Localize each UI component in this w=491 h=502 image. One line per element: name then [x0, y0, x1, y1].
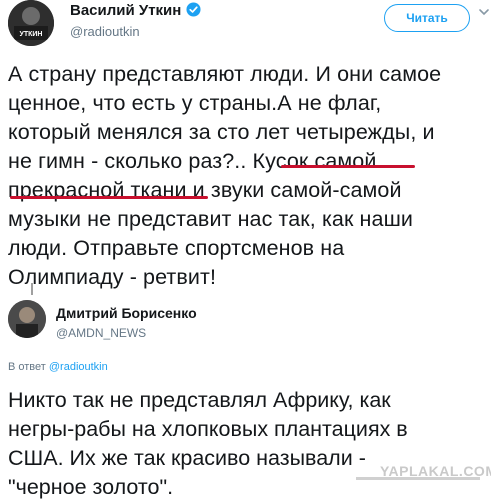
reply-to-link[interactable]: @radioutkin	[49, 361, 108, 373]
author-handle[interactable]: @radioutkin	[70, 24, 140, 39]
tweet-text-line: прекрасной ткани и звуки самой-самой	[8, 176, 490, 205]
thread-connector	[31, 283, 33, 295]
tweet-text: А страну представляют люди. И они самое …	[8, 60, 490, 292]
reply-author-handle[interactable]: @AMDN_NEWS	[56, 326, 146, 340]
chevron-down-icon[interactable]	[478, 6, 490, 18]
tweet-text-segment: и звуки самой-самой	[186, 178, 402, 202]
highlighted-phrase: Кусок самой	[252, 149, 377, 173]
tweet-text-line: музыки не представит нас так, как наши	[8, 207, 414, 231]
tweet-text-line: ценное, что есть у страны.А не флаг,	[8, 91, 382, 115]
tweet-text-line: Олимпиаду - ретвит!	[8, 265, 217, 289]
verified-badge-icon	[186, 2, 201, 17]
red-underline	[10, 196, 208, 199]
avatar-label: УТКИН	[20, 31, 43, 38]
follow-button[interactable]: Читать	[384, 4, 470, 32]
reply-text-line: негры-рабы на хлопковых плантациях в	[8, 417, 408, 441]
author-name[interactable]: Василий Уткин	[70, 2, 201, 19]
tweet-text-line: А страну представляют люди. И они самое	[8, 62, 442, 86]
reply-author-name[interactable]: Дмитрий Борисенко	[56, 305, 197, 321]
reply-to-label: В ответ @radioutkin	[8, 361, 108, 373]
reply-author-avatar[interactable]	[8, 300, 46, 338]
tweet-text-line: не гимн - сколько раз?.. Кусок самой	[8, 147, 490, 176]
watermark-underline	[356, 477, 480, 480]
author-avatar[interactable]: УТКИН	[8, 0, 54, 46]
reply-text: Никто так не представлял Африку, как нег…	[8, 386, 490, 502]
tweet-text-line: который менялся за сто лет четырежды, и	[8, 120, 435, 144]
author-name-text: Василий Уткин	[70, 2, 182, 19]
reply-to-prefix: В ответ	[8, 361, 49, 373]
red-underline	[281, 165, 415, 168]
reply-text-line: Никто так не представлял Африку, как	[8, 388, 391, 412]
tweet-text-line: люди. Отправьте спортсменов на	[8, 236, 345, 260]
tweet-text-segment: не гимн - сколько раз?..	[8, 149, 253, 173]
